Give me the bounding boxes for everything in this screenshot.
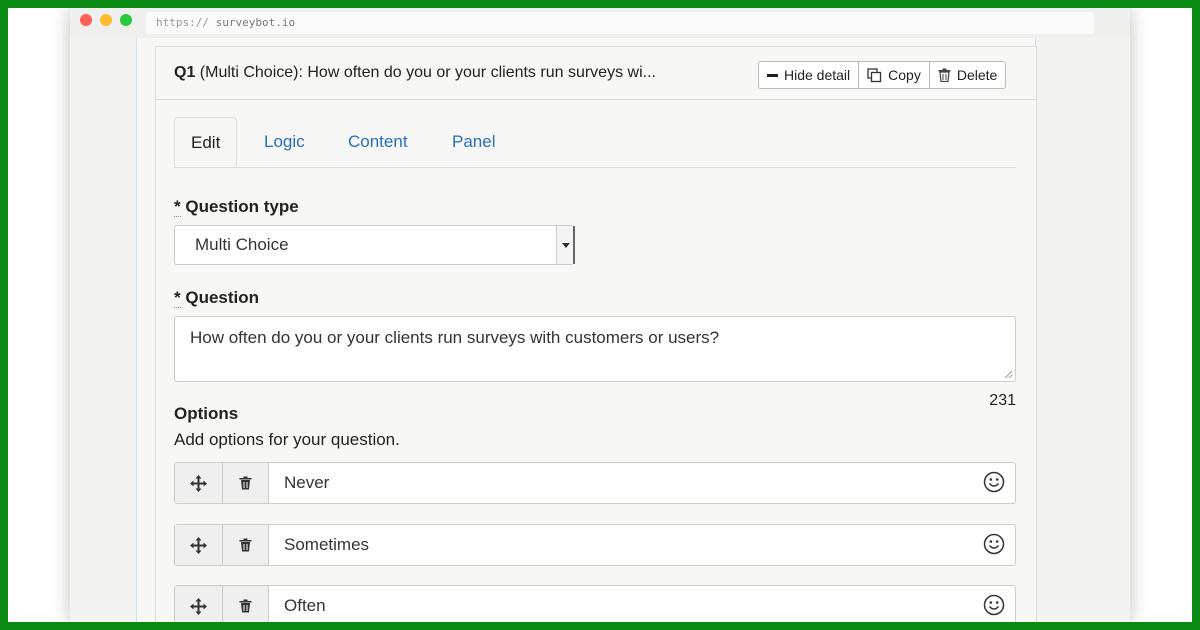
trash-icon[interactable] [223, 525, 269, 565]
option-input[interactable]: Never [269, 463, 1015, 503]
question-label: * Question [174, 288, 259, 308]
options-help-text: Add options for your question. [174, 430, 400, 449]
question-actions: Hide detail Copy Delete [758, 61, 1007, 89]
option-text: Often [284, 596, 326, 615]
question-title-text: (Multi Choice): How often do you or your… [195, 64, 656, 81]
option-text: Never [284, 473, 330, 492]
question-type-value: Multi Choice [195, 235, 289, 254]
smiley-icon[interactable] [983, 533, 1005, 555]
tab-panel[interactable]: Panel [436, 117, 511, 167]
required-marker: * [174, 288, 181, 308]
delete-button[interactable]: Delete [930, 62, 1005, 88]
question-card-header: Q1 (Multi Choice): How often do you or y… [156, 47, 1036, 100]
option-row: Often [174, 585, 1016, 622]
trash-icon[interactable] [223, 463, 269, 503]
option-input[interactable]: Sometimes [269, 525, 1015, 565]
question-card: Q1 (Multi Choice): How often do you or y… [155, 46, 1037, 622]
option-text: Sometimes [284, 535, 370, 554]
option-input[interactable]: Often [269, 586, 1015, 622]
copy-button[interactable]: Copy [859, 62, 930, 88]
question-type-label-text: Question type [180, 197, 299, 216]
browser-window: https:// surveybot.io Q1 (Multi Choice):… [70, 8, 1130, 622]
address-bar[interactable]: https:// surveybot.io [146, 12, 1094, 34]
hide-detail-button[interactable]: Hide detail [759, 62, 860, 88]
question-text: How often do you or your clients run sur… [190, 328, 720, 347]
character-counter: 231 [989, 392, 1016, 409]
options-label: Options [174, 404, 239, 423]
question-label-text: Question [180, 288, 260, 307]
trash-icon[interactable] [223, 586, 269, 622]
browser-toolbar: https:// surveybot.io [70, 8, 1130, 38]
page-content: Q1 (Multi Choice): How often do you or y… [136, 38, 1037, 622]
tab-edit[interactable]: Edit [174, 117, 238, 167]
question-tabs: Edit Logic Content Panel [174, 117, 1016, 168]
url-protocol: https:// [156, 16, 209, 29]
chevron-down-icon [556, 226, 573, 264]
minus-icon [767, 70, 778, 81]
copy-label: Copy [888, 67, 921, 83]
copy-icon [867, 67, 882, 83]
question-textarea[interactable]: How often do you or your clients run sur… [174, 316, 1016, 382]
question-number: Q1 [174, 64, 196, 81]
option-row: Sometimes [174, 524, 1016, 566]
trash-icon [938, 68, 951, 82]
question-type-select[interactable]: Multi Choice [174, 225, 574, 265]
question-title: Q1 (Multi Choice): How often do you or y… [174, 64, 656, 82]
tab-logic[interactable]: Logic [248, 117, 321, 167]
hide-detail-label: Hide detail [784, 67, 851, 83]
delete-label: Delete [956, 67, 998, 83]
screenshot-frame: https:// surveybot.io Q1 (Multi Choice):… [8, 8, 1192, 622]
maximize-window-button[interactable] [120, 14, 132, 26]
question-type-label: * Question type [174, 197, 299, 217]
url-host: surveybot.io [215, 16, 296, 29]
close-window-button[interactable] [80, 14, 92, 26]
move-arrows-icon[interactable] [175, 586, 223, 622]
move-arrows-icon[interactable] [175, 525, 223, 565]
minimize-window-button[interactable] [100, 14, 112, 26]
tab-content[interactable]: Content [332, 117, 424, 167]
smiley-icon[interactable] [983, 594, 1005, 616]
resize-handle-icon[interactable] [1003, 369, 1013, 379]
move-arrows-icon[interactable] [175, 463, 223, 503]
smiley-icon[interactable] [983, 471, 1005, 493]
required-marker: * [174, 197, 181, 217]
option-row: Never [174, 462, 1016, 504]
